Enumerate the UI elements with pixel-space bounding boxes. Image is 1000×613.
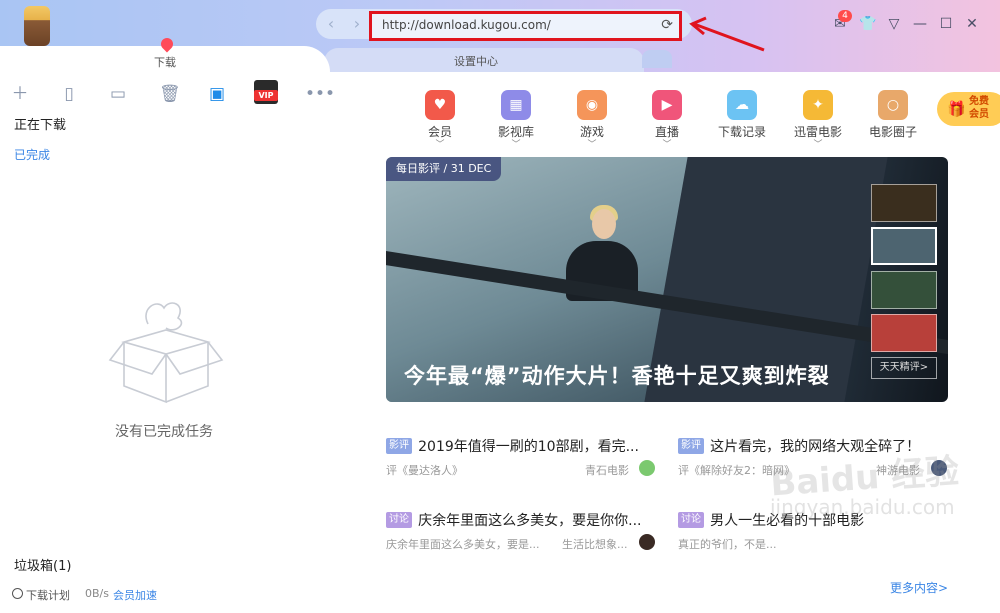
maximize-icon[interactable]: ☐ [936,14,956,34]
heart-badge-icon: ♥ [425,90,455,120]
ring-icon: ○ [878,90,908,120]
url-text[interactable]: http://download.kugou.com/ [382,18,551,32]
tab-new[interactable] [642,50,672,68]
minimize-icon[interactable]: — [910,14,930,34]
film-icon: ▦ [501,90,531,120]
tab-settings[interactable]: 设置中心 [324,48,644,72]
banner-thumb-4[interactable] [871,314,937,352]
banner-thumb-2[interactable] [871,227,937,265]
chevron-down-icon[interactable]: ﹀ [562,140,622,150]
skin-icon[interactable]: 👕 [858,14,878,34]
tv-icon: ▶ [652,90,682,120]
download-plan-link[interactable]: 下载计划 [26,587,70,603]
tab-download-label: 下载 [154,56,176,69]
article-title[interactable]: 庆余年里面这么多美女，要是你你... [418,513,641,529]
annotation-arrow-icon [689,16,765,52]
refresh-icon[interactable]: ⟳ [661,17,673,33]
completed-label[interactable]: 已完成 [14,146,50,163]
menu-icon[interactable]: ▽ [884,14,904,34]
empty-message: 没有已完成任务 [115,424,213,440]
category-tv[interactable]: ▶ 直播 ﹀ [637,90,697,150]
source-avatar [639,460,655,476]
trash-label[interactable]: 垃圾箱(1) [14,555,71,574]
watermark-url: jingyan.baidu.com [770,495,955,519]
article-item[interactable]: 影评 2019年值得一刷的10部剧，看完... 评《曼达洛人》 青石电影 [386,436,656,477]
empty-box-icon [108,302,224,404]
bird-icon: ✦ [803,90,833,120]
chevron-down-icon[interactable]: ﹀ [788,140,848,150]
back-icon[interactable]: ‹ [320,13,342,35]
user-avatar[interactable] [24,6,50,46]
title-bar: ‹ › http://download.kugou.com/ ⟳ ✉ 4 👕 ▽… [0,0,1000,52]
category-ring[interactable]: ○ 电影圈子 [863,90,923,140]
article-item[interactable]: 讨论 庆余年里面这么多美女，要是你你... 庆余年里面这么多美女，要是... 生… [386,510,656,551]
article-subtitle: 真正的爷们，不是... [678,538,777,551]
daily-review-link[interactable]: 天天精评> [871,357,937,379]
downloading-label[interactable]: 正在下载 [14,114,66,133]
main-panel: ＋ ▯ ▭ 🗑 ▣ VIP ••• 正在下载 已完成 没有已完成任务 垃圾箱(1… [0,72,1000,613]
source-avatar [639,534,655,550]
category-label: 下载记录 [717,125,766,139]
add-icon[interactable]: ＋ [10,84,30,104]
article-tag: 讨论 [678,512,704,528]
clock-icon [12,588,23,599]
article-source: 生活比想象... [562,538,628,551]
video-play-icon[interactable]: ▣ [207,84,227,104]
free-member-line1: 免费 [969,96,989,107]
close-icon[interactable]: ✕ [962,14,982,34]
gift-icon: 🎁 [947,100,966,118]
banner-tag: 每日影评 / 31 DEC [386,157,502,181]
category-gamepad[interactable]: ◉ 游戏 ﹀ [562,90,622,150]
article-source: 青石电影 [585,464,629,477]
article-tag: 讨论 [386,512,412,528]
category-label: 影视库 [497,125,534,139]
trash-icon[interactable]: 🗑 [159,84,181,104]
banner-thumb-3[interactable] [871,271,937,309]
banner-thumb-1[interactable] [871,184,937,222]
chevron-down-icon[interactable]: ﹀ [486,140,546,150]
category-label: 会员 [427,125,452,139]
file-icon[interactable]: ▯ [59,84,79,104]
category-heart-badge[interactable]: ♥ 会员 ﹀ [410,90,470,150]
forward-icon[interactable]: › [346,13,368,35]
article-subtitle: 庆余年里面这么多美女，要是... [386,538,540,551]
download-speed: 0B/s [85,587,109,600]
free-member-label: 免费 会员 [969,95,989,121]
article-subtitle: 评《曼达洛人》 [386,464,463,477]
free-member-button[interactable]: 🎁 免费 会员 [937,92,1000,126]
free-member-line2: 会员 [969,109,989,120]
article-title[interactable]: 2019年值得一刷的10部剧，看完... [418,439,639,455]
gamepad-icon: ◉ [577,90,607,120]
address-input[interactable]: http://download.kugou.com/ ⟳ [369,11,682,41]
featured-banner[interactable]: 每日影评 / 31 DEC 今年最“爆”动作大片！香艳十足又爽到炸裂 天天精评> [386,157,948,402]
vip-icon[interactable]: VIP [254,80,278,104]
category-label: 电影圈子 [868,125,917,139]
category-bird[interactable]: ✦ 迅雷电影 ﹀ [788,90,848,150]
category-label: 迅雷电影 [793,125,842,139]
vip-label: VIP [254,90,278,101]
chevron-down-icon[interactable]: ﹀ [637,140,697,150]
folder-icon[interactable]: ▭ [108,84,128,104]
category-label: 游戏 [579,125,604,139]
more-icon[interactable]: ••• [305,84,335,104]
more-content-link[interactable]: 更多内容> [890,579,948,596]
footer-bar: 下载计划 0B/s 会员加速 [0,582,380,612]
article-tag: 影评 [678,438,704,454]
cloud-icon: ☁ [727,90,757,120]
category-film[interactable]: ▦ 影视库 ﹀ [486,90,546,150]
article-tag: 影评 [386,438,412,454]
banner-title[interactable]: 今年最“爆”动作大片！香艳十足又爽到炸裂 [404,360,830,390]
member-accelerate-link[interactable]: 会员加速 [113,587,157,603]
tab-settings-label: 设置中心 [454,55,498,68]
message-badge: 4 [838,10,852,22]
category-label: 直播 [654,125,679,139]
chevron-down-icon[interactable]: ﹀ [410,140,470,150]
category-cloud[interactable]: ☁ 下载记录 [712,90,772,140]
banner-person-head [592,209,616,239]
